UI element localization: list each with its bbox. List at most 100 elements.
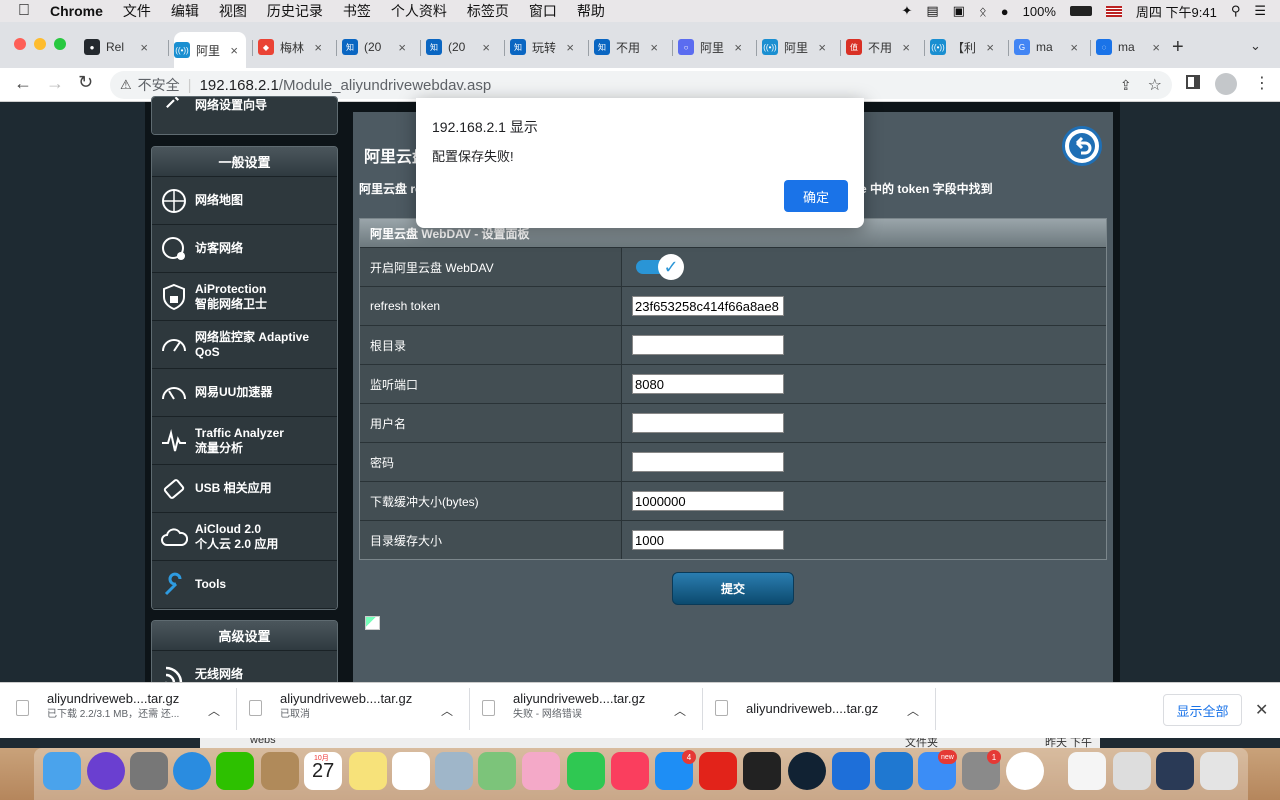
show-all-downloads-button[interactable]: 显示全部 [1163,694,1242,726]
sidebar-item-3[interactable]: 网络监控家 Adaptive QoS [152,321,337,369]
tab-8[interactable]: ((•)) 阿里 × [762,32,834,62]
download-item[interactable]: aliyundriveweb....tar.gz 失败 - 网络错误 ︿ [482,690,697,730]
chevron-up-icon[interactable]: ︿ [441,702,453,719]
menu-bookmarks[interactable]: 书签 [343,1,371,21]
chevron-up-icon[interactable]: ︿ [208,702,220,719]
forward-icon[interactable]: → [46,73,64,94]
document-icon[interactable] [1068,752,1106,790]
sidebar-item-0[interactable]: 网络地图 [152,177,337,225]
download-item[interactable]: aliyundriveweb....tar.gz 已取消 ︿ [249,690,464,730]
remote-desktop-icon[interactable] [875,752,913,790]
maps-icon[interactable] [478,752,516,790]
bluetooth-icon[interactable]: ᛟ [979,4,987,19]
back-icon[interactable]: ← [14,73,32,94]
siri-icon[interactable] [87,752,125,790]
notes-icon[interactable] [349,752,387,790]
tab-close-icon[interactable]: × [482,40,490,55]
tab-close-icon[interactable]: × [230,43,238,58]
wifi-status-icon[interactable]: ● [1001,4,1009,19]
dialog-ok-button[interactable]: 确定 [784,180,848,212]
sidebar-item-6[interactable]: USB 相关应用 [152,465,337,513]
new-tab-button[interactable]: + [1172,36,1184,59]
storage-status-icon[interactable]: ▤ [926,3,938,19]
tab-2[interactable]: ◆ 梅林 × [258,32,330,62]
field-1-input[interactable] [632,296,784,316]
tab-search-icon[interactable]: ⌄ [1250,38,1261,54]
tab-9[interactable]: 值不用 × [846,32,918,62]
tab-close-icon[interactable]: × [1070,40,1078,55]
chevron-up-icon[interactable]: ︿ [674,702,686,719]
music-icon[interactable] [611,752,649,790]
facetime-icon[interactable] [567,752,605,790]
tab-close-icon[interactable]: × [818,40,826,55]
chrome-icon[interactable] [1006,752,1044,790]
sidebar-item-4[interactable]: 网易UU加速器 [152,369,337,417]
return-button[interactable] [1062,126,1102,166]
notes-app-icon[interactable] [261,752,299,790]
security-label[interactable]: 不安全 [138,75,180,95]
tab-12[interactable]: ◌ ma × [1096,32,1168,62]
control-center-icon[interactable]: ☰ [1254,3,1266,19]
field-5-input[interactable] [632,452,784,472]
menu-tabs[interactable]: 标签页 [467,1,509,21]
download-item[interactable]: aliyundriveweb....tar.gz 已下载 2.2/3.1 MB，还… [16,690,231,730]
finder-icon[interactable] [43,752,81,790]
wechat-icon[interactable] [216,752,254,790]
address-bar[interactable]: ⚠ 不安全 | 192.168.2.1/Module_aliyundrivewe… [110,71,1172,99]
share-icon[interactable]: ⇪ [1120,77,1132,94]
field-7-input[interactable] [632,530,784,550]
enable-webdav-toggle[interactable]: ✓ [636,254,686,280]
window-zoom-button[interactable] [54,38,66,50]
launchpad-icon[interactable] [130,752,168,790]
menu-edit[interactable]: 编辑 [171,1,199,21]
bookmark-star-icon[interactable]: ☆ [1148,75,1162,95]
menu-window[interactable]: 窗口 [529,1,557,21]
bird-status-icon[interactable]: ✦ [901,3,912,19]
input-method-icon[interactable]: ▣ [953,3,965,19]
chrome-menu-icon[interactable]: ⋮ [1254,73,1270,93]
bluetooth-app-icon[interactable] [832,752,870,790]
reload-icon[interactable]: ↻ [78,72,93,93]
menubar-clock[interactable]: 周四 下午9:41 [1136,2,1217,21]
netease-music-icon[interactable] [699,752,737,790]
battery-icon[interactable] [1069,6,1092,16]
tab-1[interactable]: ((•)) 阿里 × [174,32,246,68]
menu-file[interactable]: 文件 [123,1,151,21]
sidebar-item-5[interactable]: Traffic Analyzer 流量分析 [152,417,337,465]
field-2-input[interactable] [632,335,784,355]
sidebar-item-8[interactable]: Tools [152,561,337,609]
tab-7[interactable]: ○ 阿里 × [678,32,750,62]
submit-button[interactable]: 提交 [672,572,794,605]
reminders-icon[interactable] [392,752,430,790]
menu-app-name[interactable]: Chrome [50,3,103,19]
flag-us-icon[interactable] [1105,5,1122,17]
tab-close-icon[interactable]: × [650,40,658,55]
sidebar-item-wizard[interactable]: 网络设置向导 [152,97,337,134]
tab-close-icon[interactable]: × [140,40,148,55]
close-downloads-icon[interactable]: ✕ [1255,700,1268,720]
download-item[interactable]: aliyundriveweb....tar.gz ︿ [715,690,930,730]
sidebar-item-2[interactable]: AiProtection 智能网络卫士 [152,273,337,321]
mail-stamp-icon[interactable] [435,752,473,790]
terminal-icon[interactable] [743,752,781,790]
tab-close-icon[interactable]: × [902,40,910,55]
side-panel-icon[interactable] [1186,75,1200,89]
vpn-icon[interactable] [788,752,826,790]
tab-close-icon[interactable]: × [1152,40,1160,55]
window-close-button[interactable] [14,38,26,50]
field-6-input[interactable] [632,491,784,511]
trash-icon[interactable] [1200,752,1238,790]
tab-close-icon[interactable]: × [314,40,322,55]
menu-help[interactable]: 帮助 [577,1,605,21]
apple-icon[interactable]:  [18,2,30,20]
sidebar-item-1[interactable]: 访客网络 [152,225,337,273]
menu-history[interactable]: 历史记录 [267,1,323,21]
tab-4[interactable]: 知 (20 × [426,32,498,62]
tab-close-icon[interactable]: × [734,40,742,55]
tab-10[interactable]: ((•)) 【利 × [930,32,1002,62]
battery-percent[interactable]: 100% [1023,4,1056,19]
sidebar-item-7[interactable]: AiCloud 2.0 个人云 2.0 应用 [152,513,337,561]
menu-profiles[interactable]: 个人资料 [391,1,447,21]
safari-icon[interactable] [173,752,211,790]
preview-icon[interactable] [1113,752,1151,790]
